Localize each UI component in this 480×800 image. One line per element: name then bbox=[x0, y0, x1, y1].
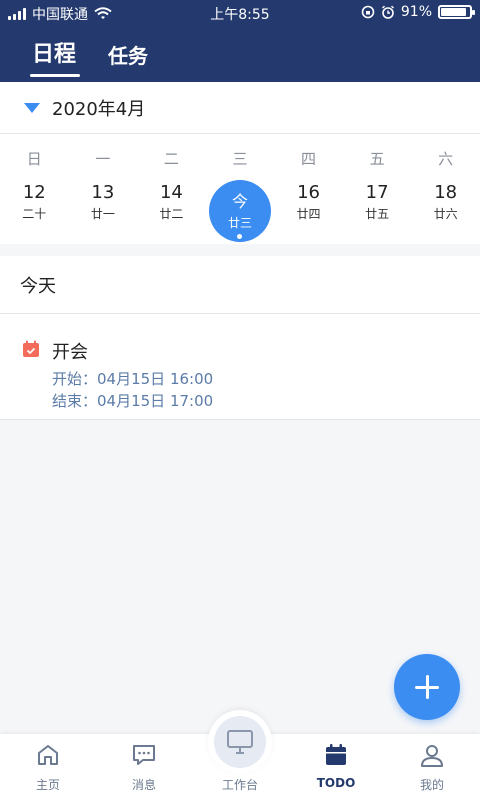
event-dot bbox=[237, 234, 243, 239]
date-number: 16 bbox=[297, 182, 320, 203]
event-card[interactable]: 开会 开始：04月15日 16:00 结束：04月15日 17:00 bbox=[0, 314, 480, 420]
date-cell[interactable]: 16 廿四 bbox=[274, 182, 343, 244]
nav-label: 工作台 bbox=[221, 778, 258, 792]
weekday-label: 二 bbox=[163, 150, 179, 168]
date-number: 12 bbox=[22, 182, 46, 203]
month-selector[interactable]: 2020年4月 bbox=[0, 82, 480, 134]
lunar-date: 廿五 bbox=[365, 207, 390, 221]
top-tab-bar: 日程 任务 bbox=[0, 34, 480, 82]
nav-label: TODO bbox=[316, 776, 356, 790]
lunar-date: 廿二 bbox=[159, 207, 184, 221]
lunar-date: 二十 bbox=[22, 207, 47, 221]
battery-icon bbox=[438, 5, 475, 19]
tab-tasks[interactable]: 任务 bbox=[108, 40, 148, 69]
nav-label: 我的 bbox=[419, 778, 444, 792]
battery-fill bbox=[441, 8, 467, 16]
weekday-label: 一 bbox=[95, 150, 111, 168]
nav-label: 消息 bbox=[131, 778, 156, 792]
date-number: 今 bbox=[231, 192, 248, 211]
date-number: 18 bbox=[434, 182, 458, 203]
lunar-date: 廿六 bbox=[433, 207, 458, 221]
date-number: 13 bbox=[91, 182, 115, 203]
event-end-time: 结束：04月15日 17:00 bbox=[52, 392, 214, 410]
calendar-check-icon bbox=[23, 340, 39, 357]
weekday-header: 日 一 二 三 四 五 六 bbox=[0, 148, 480, 169]
active-tab-indicator bbox=[30, 74, 80, 77]
weekday-label: 四 bbox=[301, 150, 317, 168]
battery-percent: 91% bbox=[400, 4, 432, 20]
nav-item-todo[interactable]: TODO bbox=[288, 734, 384, 800]
nav-item-home[interactable]: 主页 bbox=[0, 734, 96, 800]
event-title: 开会 bbox=[52, 342, 88, 363]
weekday-label: 三 bbox=[232, 150, 248, 168]
month-label: 2020年4月 bbox=[52, 98, 146, 120]
week-calendar: 日 一 二 三 四 五 六 12 二十 13 廿一 14 廿二 今 廿三 16 … bbox=[0, 134, 480, 244]
lunar-date: 廿三 bbox=[227, 216, 252, 230]
app-header: 中国联通 上午8:55 91% 日程 任务 bbox=[0, 0, 480, 82]
date-cell[interactable]: 18 廿六 bbox=[411, 182, 480, 244]
weekday-label: 六 bbox=[438, 150, 454, 168]
weekday-label: 日 bbox=[26, 150, 42, 168]
monitor-icon bbox=[227, 730, 253, 754]
user-icon bbox=[421, 745, 443, 767]
home-icon bbox=[38, 745, 58, 765]
triangle-down-icon[interactable] bbox=[24, 102, 40, 113]
tab-schedule[interactable]: 日程 bbox=[32, 36, 76, 68]
date-number: 17 bbox=[365, 182, 389, 203]
today-section-header: 今天 bbox=[0, 256, 480, 314]
status-bar: 中国联通 上午8:55 91% bbox=[0, 0, 480, 26]
add-event-button[interactable] bbox=[394, 654, 460, 720]
date-cell[interactable]: 12 二十 bbox=[0, 182, 69, 244]
weekday-label: 五 bbox=[369, 150, 385, 168]
nav-label: 主页 bbox=[35, 778, 60, 792]
lunar-date: 廿一 bbox=[90, 207, 115, 221]
lunar-date: 廿四 bbox=[296, 207, 321, 221]
date-cell[interactable]: 17 廿五 bbox=[343, 182, 412, 244]
date-row: 12 二十 13 廿一 14 廿二 今 廿三 16 廿四 17 廿五 18 廿六 bbox=[0, 182, 480, 244]
alarm-icon bbox=[381, 5, 394, 19]
message-icon bbox=[133, 745, 155, 765]
workbench-center-button[interactable] bbox=[214, 716, 266, 768]
date-cell[interactable]: 14 廿二 bbox=[137, 182, 206, 244]
date-cell[interactable]: 13 廿一 bbox=[69, 182, 138, 244]
event-start-time: 开始：04月15日 16:00 bbox=[52, 370, 214, 388]
lock-rotation-icon bbox=[361, 5, 375, 19]
nav-item-messages[interactable]: 消息 bbox=[96, 734, 192, 800]
calendar-icon bbox=[326, 744, 346, 765]
date-cell-today[interactable]: 今 廿三 bbox=[206, 182, 275, 244]
nav-item-me[interactable]: 我的 bbox=[384, 734, 480, 800]
date-number: 14 bbox=[159, 182, 183, 203]
